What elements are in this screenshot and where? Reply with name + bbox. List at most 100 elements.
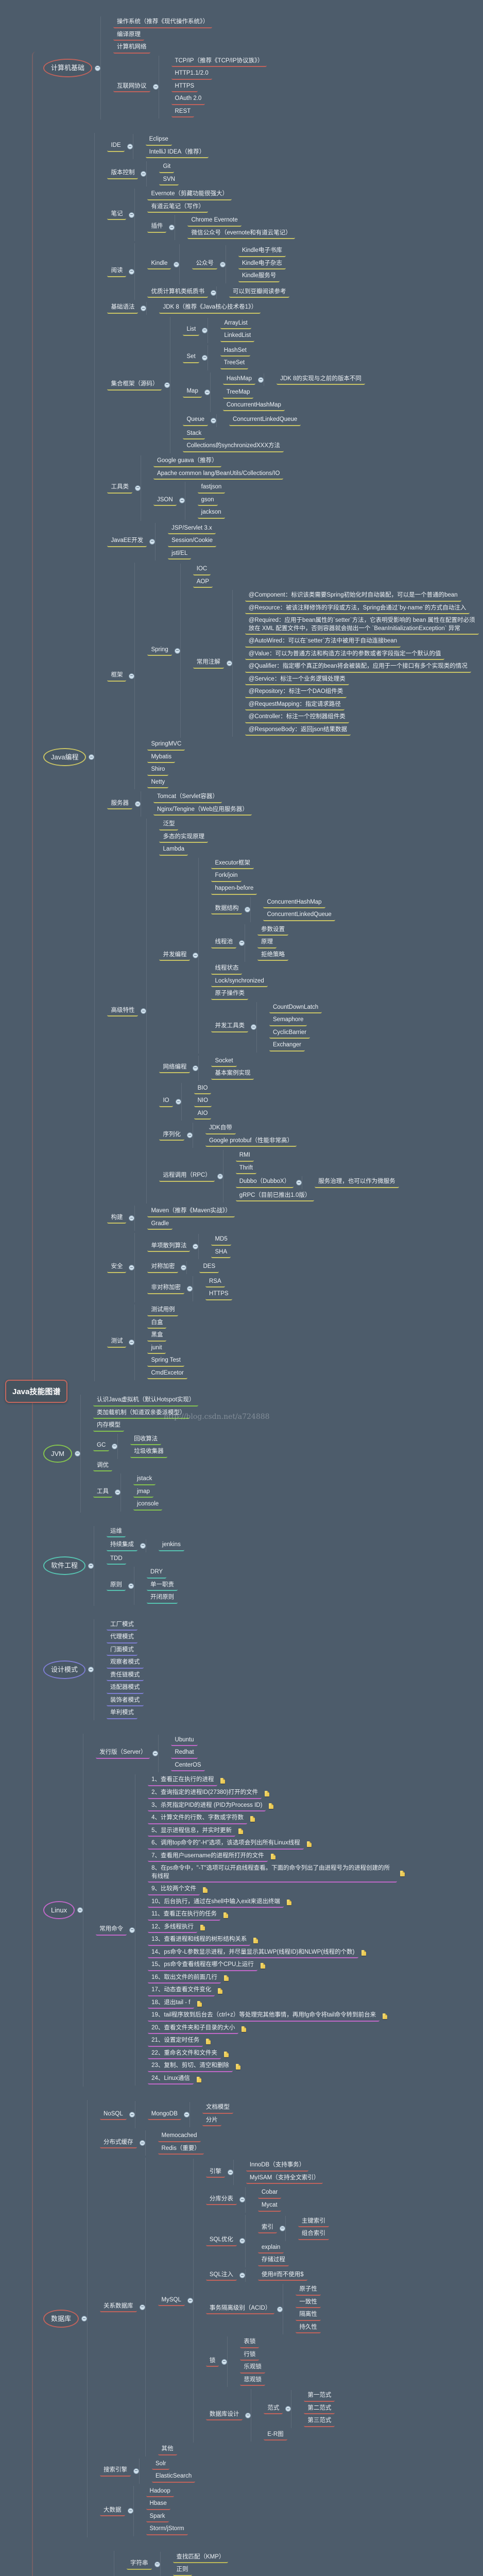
mindmap-node-label[interactable]: 微信公众号（evernote和有道云笔记） <box>187 229 295 240</box>
collapse-toggle-icon[interactable] <box>226 660 232 667</box>
collapse-toggle-icon[interactable] <box>129 212 135 218</box>
mindmap-node-label[interactable]: 服务治理，也可以作为微服务 <box>315 1177 399 1188</box>
collapse-toggle-icon[interactable] <box>210 290 216 296</box>
mindmap-node-label[interactable]: HashMap <box>222 375 256 385</box>
mindmap-node-label[interactable]: Map <box>183 387 202 398</box>
mindmap-node-label[interactable]: List <box>183 325 200 336</box>
mindmap-node-label[interactable]: Shiro <box>147 765 169 776</box>
mindmap-node-label[interactable]: Exchanger <box>269 1041 305 1052</box>
mindmap-node-label[interactable]: 搜索引擎 <box>100 2466 131 2477</box>
mindmap-node-label[interactable]: TreeSet <box>220 359 249 369</box>
mindmap-node-label[interactable]: 范式 <box>264 2404 283 2415</box>
mindmap-node-label[interactable]: NIO <box>194 1096 212 1107</box>
collapse-toggle-icon[interactable] <box>239 2273 245 2279</box>
mindmap-node-label[interactable]: jmap <box>133 1487 153 1498</box>
mindmap-node-label[interactable]: jenkins <box>159 1540 184 1551</box>
mindmap-node-label[interactable]: 索引 <box>257 2223 277 2234</box>
mindmap-node-label[interactable]: OAuth 2.0 <box>171 94 205 105</box>
collapse-toggle-icon[interactable] <box>183 2112 189 2118</box>
mindmap-node-label[interactable]: 调优 <box>93 1461 112 1472</box>
mindmap-node-label[interactable]: Storm/jStorm <box>146 2524 188 2535</box>
mindmap-node-label[interactable]: 16、取出文件的前面几行 <box>148 1973 221 1984</box>
mindmap-node-label[interactable]: 基本案例实现 <box>211 1069 254 1080</box>
mindmap-node-label[interactable]: 分库分表 <box>205 2195 237 2206</box>
main-topic-label[interactable]: 数据库 <box>43 2309 79 2328</box>
mindmap-node-label[interactable]: ConcurrentHashMap <box>263 898 325 909</box>
collapse-toggle-icon[interactable] <box>95 65 101 71</box>
mindmap-node-label[interactable]: Solr <box>152 2460 170 2470</box>
collapse-toggle-icon[interactable] <box>152 84 159 90</box>
mindmap-node-label[interactable]: 单利模式 <box>107 1708 138 1719</box>
collapse-toggle-icon[interactable] <box>134 801 141 807</box>
mindmap-node-label[interactable]: ElasticSearch <box>152 2472 196 2483</box>
mindmap-node-label[interactable]: CmdExcetor <box>147 1369 187 1380</box>
mindmap-node-label[interactable]: jconsole <box>133 1500 163 1511</box>
mindmap-node-label[interactable]: MyISAM（支持全文索引） <box>246 2174 323 2184</box>
mindmap-node-label[interactable]: explain <box>257 2243 284 2254</box>
mindmap-node-label[interactable]: 原子性 <box>296 2285 321 2296</box>
main-topic-label[interactable]: JVM <box>43 1444 72 1463</box>
mindmap-node-label[interactable]: CyclicBarrier <box>269 1028 310 1039</box>
collapse-toggle-icon[interactable] <box>129 1265 135 1271</box>
mindmap-node-label[interactable]: 垃圾收集器 <box>130 1447 167 1458</box>
mindmap-node-label[interactable]: Nginx/Tengine（Web应用服务器） <box>153 805 252 816</box>
mindmap-node-label[interactable]: 字符串 <box>127 2559 152 2570</box>
collapse-toggle-icon[interactable] <box>285 2406 291 2412</box>
mindmap-node-label[interactable]: 回收算法 <box>130 1435 162 1446</box>
mindmap-node-label[interactable]: 乐观锁 <box>240 2363 265 2374</box>
mindmap-node-label[interactable]: 黑盒 <box>147 1331 167 1342</box>
mindmap-node-label[interactable]: Google guava（推荐） <box>153 456 221 467</box>
mindmap-node-label[interactable]: 门面模式 <box>107 1646 138 1656</box>
mindmap-node-label[interactable]: 悲观锁 <box>240 2376 265 2386</box>
collapse-toggle-icon[interactable] <box>175 1099 181 1105</box>
mindmap-node-label[interactable]: 观察者模式 <box>107 1658 144 1669</box>
mindmap-node-label[interactable]: RSA <box>205 1277 225 1288</box>
collapse-toggle-icon[interactable] <box>152 1751 159 1757</box>
collapse-toggle-icon[interactable] <box>129 268 135 275</box>
mindmap-node-label[interactable]: Mycat <box>257 2201 281 2212</box>
mindmap-node-label[interactable]: Chrome Evernote <box>187 216 242 227</box>
mindmap-node-label[interactable]: 发行版（Server） <box>96 1748 150 1759</box>
mindmap-node-label[interactable]: REST <box>171 107 195 118</box>
mindmap-node-label[interactable]: 表锁 <box>240 2337 260 2348</box>
collapse-toggle-icon[interactable] <box>239 2197 245 2203</box>
mindmap-node-label[interactable]: ConcurrentHashMap <box>222 401 285 412</box>
collapse-toggle-icon[interactable] <box>174 261 180 267</box>
mindmap-node-label[interactable]: Executor框架 <box>211 859 254 870</box>
collapse-toggle-icon[interactable] <box>154 2561 160 2567</box>
mindmap-node-label[interactable]: 参数设置 <box>257 925 288 936</box>
mindmap-node-label[interactable]: 编译原理 <box>113 30 145 41</box>
mindmap-node-label[interactable]: JDK 8的实现与之前的版本不同 <box>277 375 365 385</box>
collapse-toggle-icon[interactable] <box>193 1244 199 1250</box>
mindmap-node-label[interactable]: 版本控制 <box>107 168 139 179</box>
mindmap-node-label[interactable]: 工厂模式 <box>107 1620 138 1631</box>
mindmap-node-label[interactable]: Spring Test <box>147 1356 184 1367</box>
collapse-toggle-icon[interactable] <box>164 382 170 388</box>
mindmap-node-label[interactable]: 第二范式 <box>304 2404 335 2415</box>
mindmap-node-label[interactable]: happen-before <box>211 884 257 895</box>
mindmap-node-label[interactable]: LinkedList <box>220 331 255 342</box>
mindmap-node-label[interactable]: 查找匹配（KMP） <box>173 2553 229 2564</box>
mindmap-node-label[interactable]: Kindle <box>147 259 171 270</box>
mindmap-node-label[interactable]: 代理模式 <box>107 1633 138 1643</box>
collapse-toggle-icon[interactable] <box>141 306 147 312</box>
mindmap-node-label[interactable]: 事务隔离级别（ACID） <box>205 2304 275 2315</box>
mindmap-node-label[interactable]: Cobar <box>257 2188 282 2199</box>
mindmap-node-label[interactable]: 14、ps命令-L参数显示进程，并尽量显示其LWP(线程ID)和NLWP(线程的… <box>148 1948 358 1959</box>
mindmap-node-label[interactable]: 操作系统（推荐《现代操作系统》） <box>113 18 213 28</box>
mindmap-node-label[interactable]: 集合框架（源码） <box>107 380 162 391</box>
mindmap-node-label[interactable]: 大数据 <box>100 2506 125 2517</box>
mindmap-node-label[interactable]: 序列化 <box>159 1130 184 1141</box>
mindmap-node-label[interactable]: 工具 <box>93 1487 112 1498</box>
mindmap-node-label[interactable]: 内存模型 <box>93 1421 124 1432</box>
mindmap-node-label[interactable]: CountDownLatch <box>269 1003 322 1014</box>
mindmap-node-label[interactable]: 10、后台执行，通过在shell中输入exit来退出终端 <box>148 1897 284 1908</box>
collapse-toggle-icon[interactable] <box>77 1907 83 1913</box>
mindmap-node-label[interactable]: @RequestMapping：指定请求路径 <box>245 700 344 711</box>
mindmap-node-label[interactable]: 主键索引 <box>298 2217 329 2228</box>
mindmap-node-label[interactable]: AOP <box>193 578 213 588</box>
mindmap-node-label[interactable]: 17、动态查看文件变化 <box>148 1986 215 1996</box>
mindmap-node-label[interactable]: Semaphore <box>269 1015 307 1026</box>
mindmap-node-label[interactable]: 插件 <box>147 222 167 233</box>
mindmap-node-label[interactable]: @Value：可以为普通方法和构造方法中的参数或者字段指定一个默认的值 <box>245 650 445 660</box>
